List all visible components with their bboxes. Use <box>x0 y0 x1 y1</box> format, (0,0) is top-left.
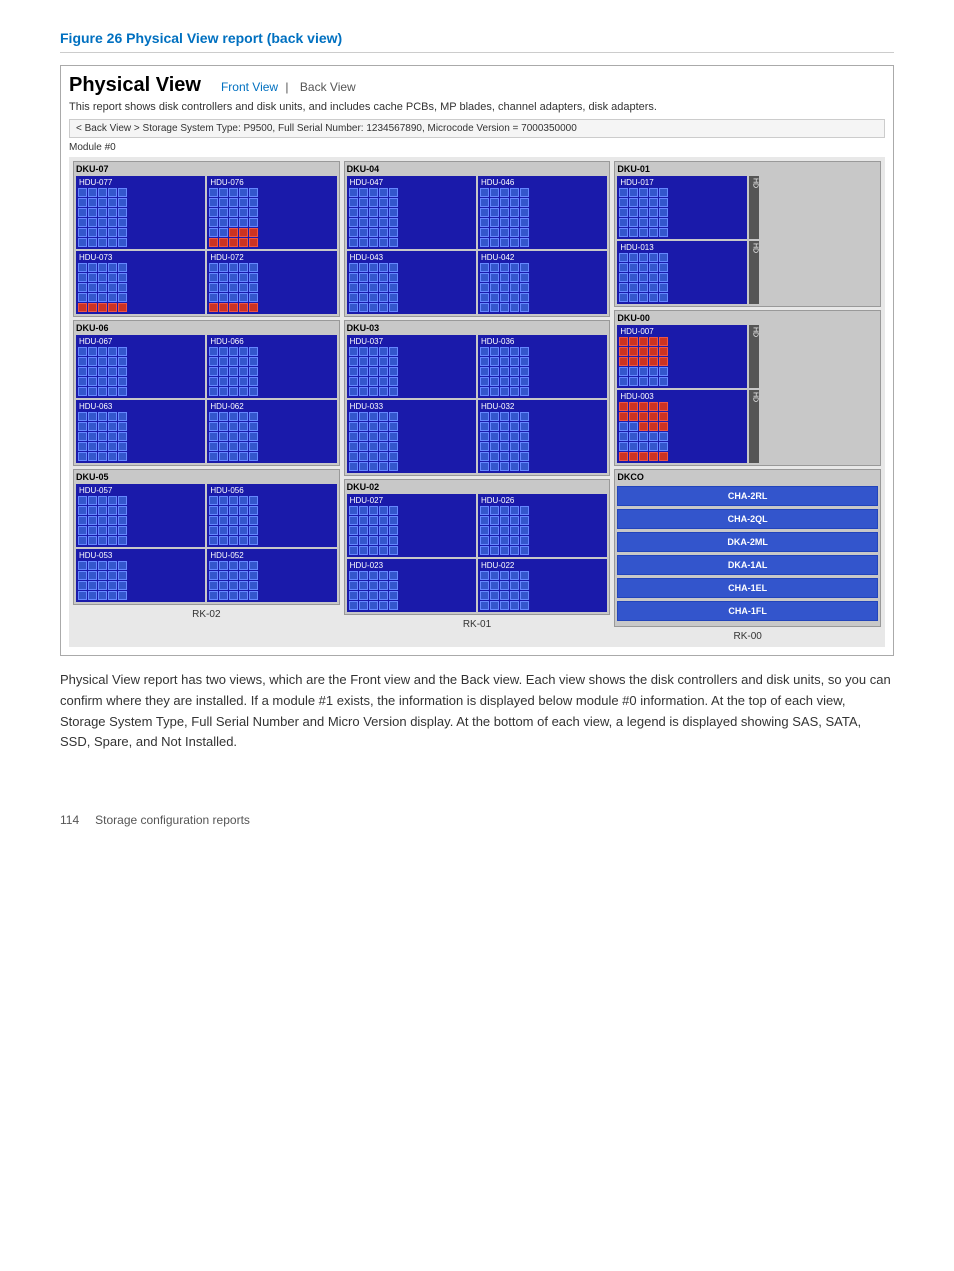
module-label: Module #0 <box>69 142 885 153</box>
dkco-cha-1el: CHA-1EL <box>617 578 878 598</box>
hdu-067: HDU-067 <box>76 335 205 398</box>
hdu-077: HDU-077 <box>76 176 205 249</box>
hdu-072: HDU-072 <box>207 251 336 314</box>
dku-03: DKU-03 HDU-037 HDU-036 <box>344 320 611 476</box>
dku-02: DKU-02 HDU-027 HDU-026 <box>344 479 611 615</box>
hdu-053: HDU-053 <box>76 549 205 602</box>
dkco-cha-2rl: CHA-2RL <box>617 486 878 506</box>
rack-rk01: DKU-04 HDU-047 HDU <box>344 161 611 643</box>
hdu-043: HDU-043 <box>347 251 476 314</box>
section-label: Storage configuration reports <box>95 813 250 827</box>
nav-separator: | <box>285 80 288 94</box>
hdu-026: HDU-026 <box>478 494 607 557</box>
hdu-022: HDU-022 <box>478 559 607 612</box>
hdu-023: HDU-023 <box>347 559 476 612</box>
hdu-076: HDU-076 <box>207 176 336 249</box>
pv-nav: Front View | Back View <box>221 80 360 94</box>
front-view-link[interactable]: Front View <box>221 80 278 94</box>
hdu-037: HDU-037 <box>347 335 476 398</box>
hdu-027: HDU-027 <box>347 494 476 557</box>
hdu-066: HDU-066 <box>207 335 336 398</box>
dkco-dka-1al: DKA-1AL <box>617 555 878 575</box>
page-number: 114 <box>60 813 79 827</box>
hdu-003: HDU-003 <box>617 390 746 463</box>
hdu-056: HDU-056 <box>207 484 336 547</box>
diagram-area: DKU-07 HDU-077 <box>69 157 885 647</box>
hdu-052: HDU-052 <box>207 549 336 602</box>
pv-info-bar: < Back View > Storage System Type: P9500… <box>69 119 885 138</box>
rk02-label: RK-02 <box>73 608 340 621</box>
hdu-046: HDU-046 <box>478 176 607 249</box>
pv-title: Physical View <box>69 74 201 97</box>
hdu-073: HDU-073 <box>76 251 205 314</box>
dku-05: DKU-05 HDU-057 HDU-056 <box>73 469 340 605</box>
hdu-036: HDU-036 <box>478 335 607 398</box>
hdu-007: HDU-007 <box>617 325 746 388</box>
dku-01: DKU-01 HDU-017 <box>614 161 881 307</box>
physical-view-box: Physical View Front View | Back View Thi… <box>60 65 894 656</box>
dkco-cha-1fl: CHA-1FL <box>617 601 878 621</box>
dkco-dka-2ml: DKA-2ML <box>617 532 878 552</box>
hdu-063: HDU-063 <box>76 400 205 463</box>
rack-rk02: DKU-07 HDU-077 <box>73 161 340 643</box>
dku-04: DKU-04 HDU-047 HDU <box>344 161 611 317</box>
hdu-033: HDU-033 <box>347 400 476 473</box>
dkco-section: DKCO CHA-2RL CHA-2QL DKA-2ML DKA-1AL CHA… <box>614 469 881 627</box>
page-footer: 114 Storage configuration reports <box>60 813 894 827</box>
hdu-042: HDU-042 <box>478 251 607 314</box>
rk00-label: RK-00 <box>614 630 881 643</box>
dku-00: DKU-00 HDU-007 <box>614 310 881 466</box>
back-view-label: Back View <box>300 80 356 94</box>
pv-header: Physical View Front View | Back View <box>69 74 885 97</box>
hdu-017: HDU-017 <box>617 176 746 239</box>
hdu-047: HDU-047 <box>347 176 476 249</box>
hdu-062: HDU-062 <box>207 400 336 463</box>
pv-desc: This report shows disk controllers and d… <box>69 101 885 113</box>
dku-06: DKU-06 HDU-067 HDU-066 <box>73 320 340 466</box>
rack-rk00: DKU-01 HDU-017 <box>614 161 881 643</box>
figure-title: Figure 26 Physical View report (back vie… <box>60 30 894 53</box>
hdu-013: HDU-013 <box>617 241 746 304</box>
hdu-057: HDU-057 <box>76 484 205 547</box>
hdu-032: HDU-032 <box>478 400 607 473</box>
rk01-label: RK-01 <box>344 618 611 631</box>
description-text: Physical View report has two views, whic… <box>60 670 894 753</box>
dkco-cha-2ql: CHA-2QL <box>617 509 878 529</box>
dku-07: DKU-07 HDU-077 <box>73 161 340 317</box>
